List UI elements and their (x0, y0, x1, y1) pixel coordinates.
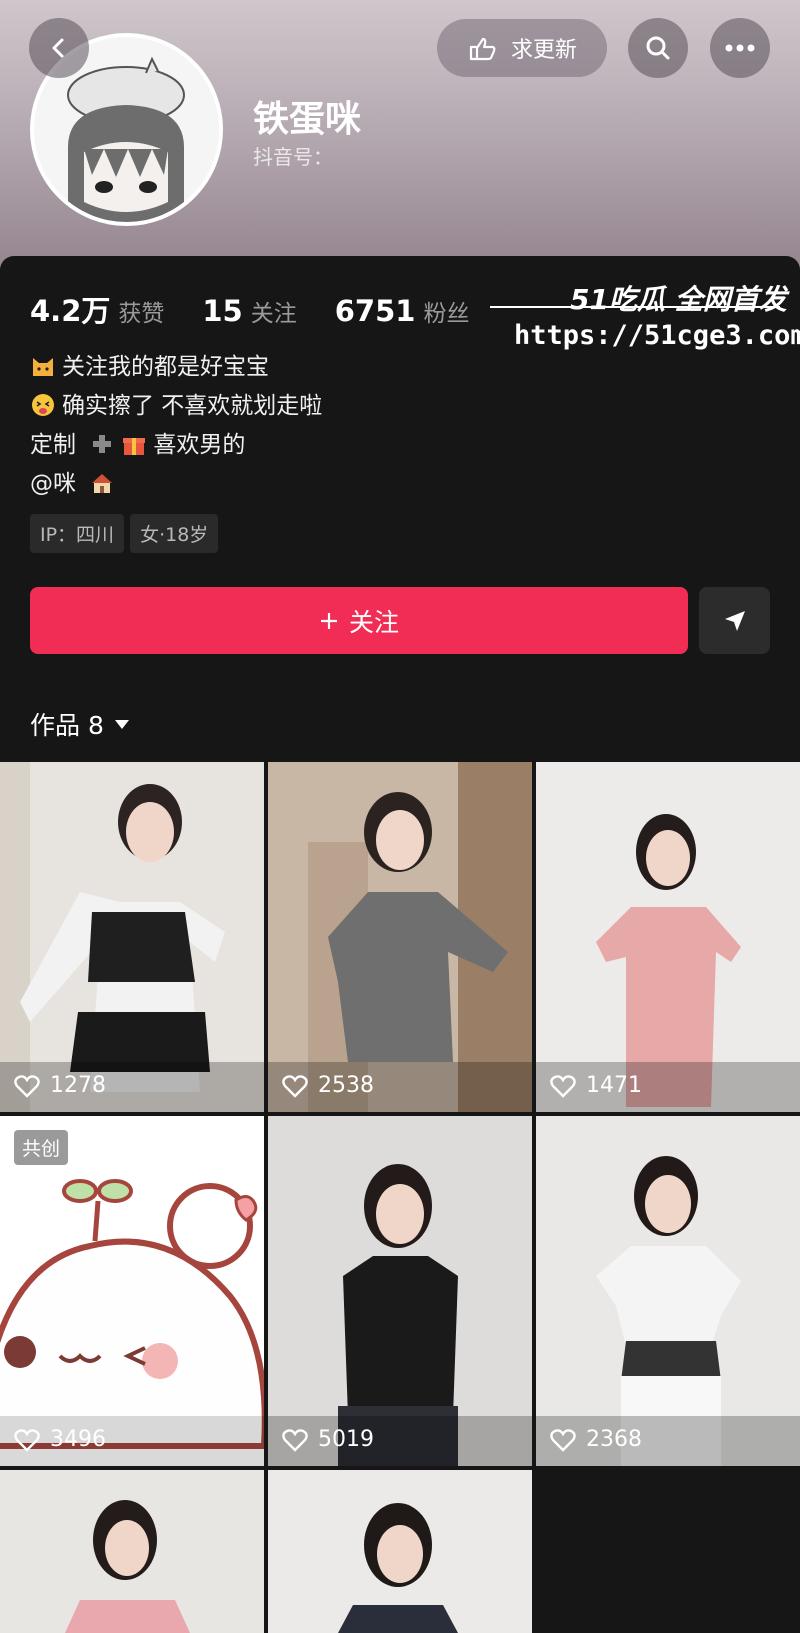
follow-button-label: 关注 (348, 607, 399, 637)
plus-icon (320, 612, 337, 629)
heart-icon (282, 1428, 308, 1452)
post-thumbnail[interactable] (0, 1470, 264, 1633)
post-likes: 2368 (550, 1427, 642, 1452)
post-likes: 1278 (14, 1073, 106, 1098)
heart-icon (14, 1428, 40, 1452)
post-likes: 2538 (282, 1073, 374, 1098)
post-likes: 5019 (282, 1427, 374, 1452)
watermark-brand: 51吃瓜 全网首发 (570, 283, 787, 316)
post-like-count: 1278 (50, 1073, 106, 1098)
post-thumbnail[interactable]: 5019 (268, 1116, 532, 1466)
thumbnail-image (536, 1116, 800, 1466)
heart-icon (550, 1074, 576, 1098)
works-label: 作品 8 (30, 711, 104, 740)
post-like-count: 2538 (318, 1073, 374, 1098)
search-button[interactable] (628, 18, 688, 78)
bio-line-4[interactable]: @咪 (30, 465, 322, 504)
bio-text-3a: 定制 (30, 432, 76, 458)
bio-line-1: 关注我的都是好宝宝 (30, 348, 322, 387)
thumbnail-image (0, 762, 264, 1112)
hand-pointing-icon (469, 37, 496, 61)
profile-tags: IP：四川 女·18岁 (30, 514, 219, 553)
heart-icon (14, 1074, 40, 1098)
thumbnail-image (0, 1116, 264, 1466)
co-creation-badge: 共创 (14, 1130, 69, 1165)
follow-button[interactable]: 关注 (30, 587, 688, 654)
post-thumbnail[interactable]: 2368 (536, 1116, 800, 1466)
caret-down-icon (114, 720, 129, 729)
watermark: 51吃瓜 全网首发 https://51cge3.com (490, 272, 800, 362)
gender-age-tag: 女·18岁 (130, 514, 219, 553)
following-count[interactable]: 15 (202, 294, 242, 328)
post-likes: 1471 (550, 1073, 642, 1098)
thumbnail-image (0, 1470, 264, 1633)
post-like-count: 3496 (50, 1427, 106, 1452)
post-like-count: 2368 (586, 1427, 642, 1452)
send-icon (724, 610, 745, 631)
heart-icon (550, 1428, 576, 1452)
watermark-rule (490, 306, 780, 308)
bio-text-3b: 喜欢男的 (153, 432, 246, 458)
tongue-face-icon (32, 394, 54, 416)
ip-location-tag: IP：四川 (30, 514, 125, 553)
back-button[interactable] (29, 18, 89, 78)
profile-bio: 关注我的都是好宝宝 确实擦了 不喜欢就划走啦 定制 喜欢男的 @咪 (30, 348, 322, 504)
thumbnail-image (268, 1470, 532, 1633)
likes-label: 获赞 (118, 301, 165, 327)
post-thumbnail[interactable]: 1471 (536, 762, 800, 1112)
watermark-url: https://51cge3.com (514, 320, 800, 351)
douyin-id-label: 抖音号： (253, 145, 333, 169)
more-dots-icon (725, 44, 755, 52)
bio-text-1: 关注我的都是好宝宝 (62, 354, 269, 380)
gift-icon (123, 438, 146, 455)
bio-mention[interactable]: @咪 (30, 471, 76, 497)
post-likes: 3496 (14, 1427, 106, 1452)
search-icon (646, 36, 670, 60)
bio-line-3: 定制 喜欢男的 (30, 426, 322, 465)
likes-count[interactable]: 4.2万 (30, 288, 110, 330)
house-icon (92, 474, 113, 493)
bio-text-2: 确实擦了 不喜欢就划走啦 (62, 393, 323, 419)
thumbnail-image (268, 762, 532, 1112)
works-dropdown[interactable]: 作品 8 (30, 706, 130, 742)
chevron-left-icon (52, 38, 64, 58)
request-update-label: 求更新 (510, 38, 577, 63)
more-options-button[interactable] (710, 18, 770, 78)
followers-count[interactable]: 6751 (335, 294, 416, 328)
post-thumbnail[interactable]: 1278 (0, 762, 264, 1112)
thumbnail-image (536, 762, 800, 1112)
profile-username: 铁蛋咪 (253, 99, 362, 140)
post-like-count: 5019 (318, 1427, 374, 1452)
cat-face-icon (33, 358, 53, 376)
heart-icon (282, 1074, 308, 1098)
post-thumbnail[interactable]: 共创 3496 (0, 1116, 264, 1466)
share-button[interactable] (699, 587, 770, 654)
following-label: 关注 (250, 301, 297, 327)
post-like-count: 1471 (586, 1073, 642, 1098)
request-update-button[interactable]: 求更新 (437, 19, 607, 77)
followers-label: 粉丝 (423, 301, 470, 327)
bio-line-2: 确实擦了 不喜欢就划走啦 (30, 387, 322, 426)
post-thumbnail[interactable]: 2538 (268, 762, 532, 1112)
plus-icon (93, 435, 112, 453)
thumbnail-image (268, 1116, 532, 1466)
post-thumbnail[interactable] (268, 1470, 532, 1633)
profile-stats: 4.2万 获赞 15 关注 6751 粉丝 (30, 288, 499, 330)
